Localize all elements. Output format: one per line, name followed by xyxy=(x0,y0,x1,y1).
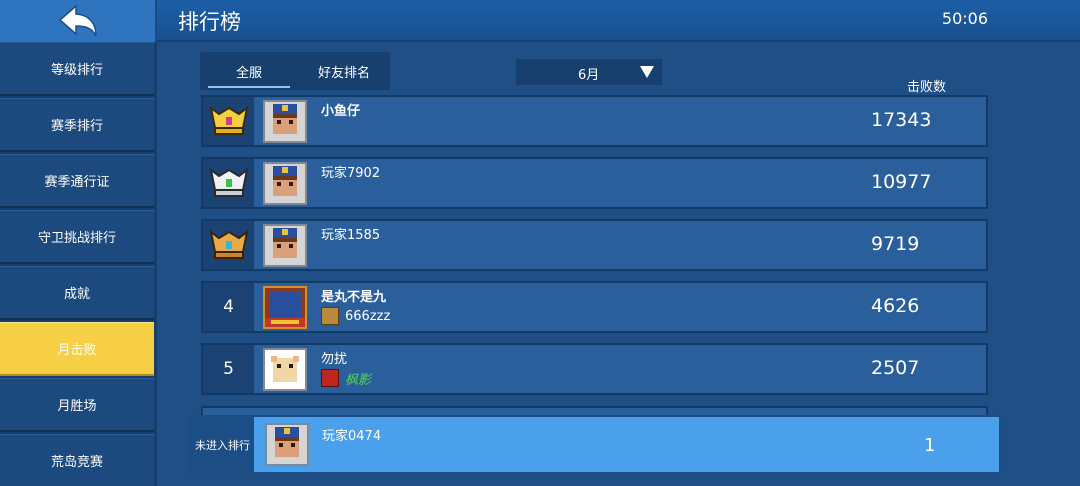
sidebar-item-island-race[interactable]: 荒岛竞赛 xyxy=(0,434,154,486)
kill-count: 4626 xyxy=(871,295,920,317)
page-title: 排行榜 xyxy=(178,10,241,34)
guild-tag: 枫影 xyxy=(321,369,372,388)
kill-count: 17343 xyxy=(871,109,932,131)
triangle-down-icon xyxy=(640,66,654,78)
tab-global[interactable]: 全服 xyxy=(200,52,298,90)
avatar-framed xyxy=(263,286,307,329)
avatar xyxy=(263,162,307,205)
kills-column-header: 击败数 xyxy=(907,80,947,95)
my-player-name: 玩家0474 xyxy=(322,429,382,444)
rank-cell xyxy=(203,159,254,207)
my-avatar xyxy=(265,423,309,466)
kill-count: 9719 xyxy=(871,233,920,255)
sidebar-item-guard-challenge[interactable]: 守卫挑战排行 xyxy=(0,210,154,264)
clock: 50:06 xyxy=(941,9,988,28)
sidebar-item-label: 月胜场 xyxy=(57,399,97,414)
player-name: 勿扰 xyxy=(321,352,348,367)
table-row[interactable]: 5 勿扰 枫影 2507 xyxy=(201,343,988,395)
month-value: 6月 xyxy=(578,68,600,83)
back-arrow-icon xyxy=(58,4,97,37)
sidebar-item-achievements[interactable]: 成就 xyxy=(0,266,154,320)
sidebar-item-label: 守卫挑战排行 xyxy=(37,231,116,246)
sidebar-item-label: 荒岛竞赛 xyxy=(50,455,103,470)
guild-name: 666zzz xyxy=(345,308,391,324)
silver-crown-badge-icon xyxy=(209,167,248,197)
table-row[interactable]: 玩家7902 10977 xyxy=(201,157,988,209)
sidebar-item-monthly-kills[interactable]: 月击败 xyxy=(0,322,154,376)
table-row[interactable]: 小鱼仔 17343 xyxy=(201,95,988,147)
back-button[interactable] xyxy=(0,0,157,42)
top-bar: 排行榜 50:06 xyxy=(0,0,1080,42)
rank-cell xyxy=(203,221,254,269)
guild-badge-icon xyxy=(321,307,339,325)
kill-count: 10977 xyxy=(871,171,932,193)
sidebar-item-season-pass[interactable]: 赛季通行证 xyxy=(0,154,154,208)
my-kill-count: 1 xyxy=(924,435,936,456)
avatar xyxy=(263,348,307,391)
rank-number: 5 xyxy=(203,345,254,393)
tab-bar: 全服 好友排名 xyxy=(200,52,390,90)
tab-label: 全服 xyxy=(235,65,262,81)
avatar xyxy=(263,224,307,267)
sidebar: 等级排行 赛季排行 赛季通行证 守卫挑战排行 成就 月击败 月胜场 荒岛竞赛 xyxy=(0,42,157,486)
player-name: 玩家1585 xyxy=(321,228,381,243)
sidebar-item-label: 赛季排行 xyxy=(50,119,103,134)
gold-crown-badge-icon xyxy=(209,105,248,135)
rank-number: 4 xyxy=(203,283,254,331)
month-dropdown[interactable]: 6月 xyxy=(516,59,662,85)
avatar xyxy=(263,100,307,143)
my-rank-bar: 未进入排行 玩家0474 1 xyxy=(189,415,1001,474)
tab-label: 好友排名 xyxy=(317,65,370,81)
kill-count: 2507 xyxy=(871,357,920,379)
sidebar-item-monthly-wins[interactable]: 月胜场 xyxy=(0,378,154,432)
guild-name: 枫影 xyxy=(345,372,372,388)
table-row[interactable]: 玩家1585 9719 xyxy=(201,219,988,271)
player-name: 是丸不是九 xyxy=(321,290,387,305)
player-name: 小鱼仔 xyxy=(321,104,361,119)
sidebar-item-label: 成就 xyxy=(63,287,90,302)
player-name: 玩家7902 xyxy=(321,166,381,181)
sidebar-item-label: 月击败 xyxy=(57,343,97,358)
guild-badge-icon xyxy=(321,369,339,387)
rank-cell xyxy=(203,97,254,145)
bronze-crown-badge-icon xyxy=(209,229,248,259)
tab-friends[interactable]: 好友排名 xyxy=(298,52,390,90)
active-tab-indicator xyxy=(208,86,290,88)
guild-tag: 666zzz xyxy=(321,307,390,325)
table-row[interactable]: 4 是丸不是九 666zzz 4626 xyxy=(201,281,988,333)
sidebar-item-season-rank[interactable]: 赛季排行 xyxy=(0,98,154,152)
sidebar-item-level-rank[interactable]: 等级排行 xyxy=(0,42,154,96)
sidebar-item-label: 等级排行 xyxy=(50,63,103,78)
sidebar-item-label: 赛季通行证 xyxy=(44,175,110,190)
my-rank-label: 未进入排行 xyxy=(191,417,254,472)
